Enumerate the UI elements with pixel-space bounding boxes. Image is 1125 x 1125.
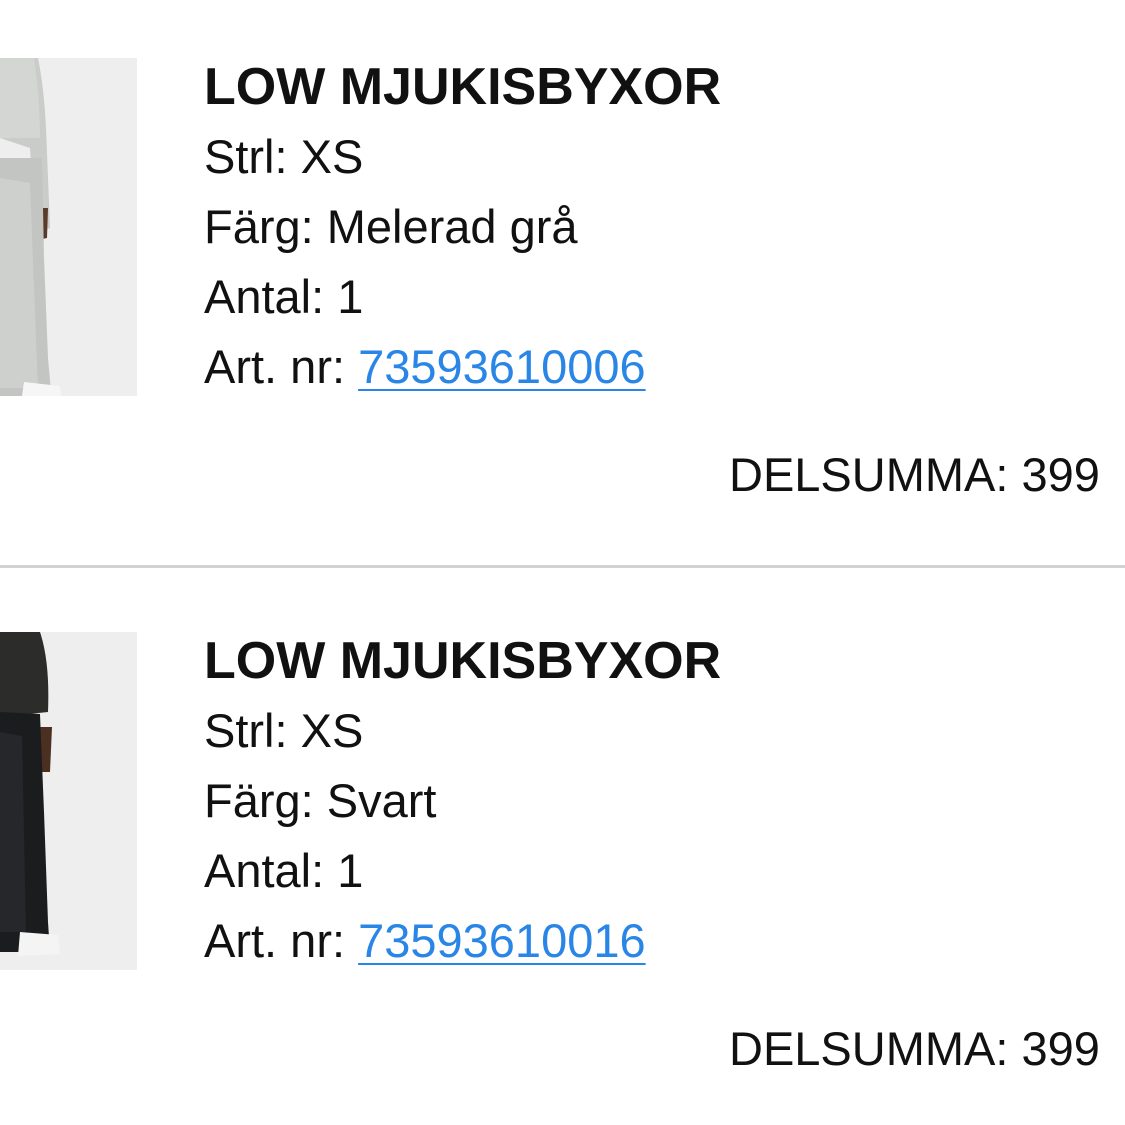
size-value: XS — [300, 130, 364, 183]
article-number-row: Art. nr: 73593610006 — [204, 332, 1084, 402]
color-label: Färg: — [204, 200, 314, 253]
subtotal-label: DELSUMMA: — [729, 1022, 1009, 1075]
size-row: Strl: XS — [204, 122, 1084, 192]
article-number-label: Art. nr: — [204, 340, 346, 393]
quantity-row: Antal: 1 — [204, 262, 1084, 332]
size-label: Strl: — [204, 130, 288, 183]
article-number-row: Art. nr: 73593610016 — [204, 906, 1084, 976]
order-item: LOW MJUKISBYXOR Strl: XS Färg: Melerad g… — [0, 0, 1125, 501]
subtotal-value: 399 — [1021, 448, 1100, 501]
quantity-value: 1 — [337, 270, 364, 323]
subtotal: DELSUMMA: 399 — [729, 440, 1100, 510]
color-value: Melerad grå — [326, 200, 578, 253]
product-image[interactable] — [0, 58, 137, 396]
color-label: Färg: — [204, 774, 314, 827]
subtotal-value: 399 — [1021, 1022, 1100, 1075]
quantity-row: Antal: 1 — [204, 836, 1084, 906]
subtotal-label: DELSUMMA: — [729, 448, 1009, 501]
color-row: Färg: Svart — [204, 766, 1084, 836]
order-item: LOW MJUKISBYXOR Strl: XS Färg: Svart Ant… — [0, 574, 1125, 1075]
product-image[interactable] — [0, 632, 137, 970]
size-label: Strl: — [204, 704, 288, 757]
quantity-label: Antal: — [204, 270, 325, 323]
color-row: Färg: Melerad grå — [204, 192, 1084, 262]
product-info: LOW MJUKISBYXOR Strl: XS Färg: Melerad g… — [204, 52, 1084, 402]
divider — [0, 565, 1125, 568]
size-row: Strl: XS — [204, 696, 1084, 766]
article-number-label: Art. nr: — [204, 914, 346, 967]
article-number-link[interactable]: 73593610016 — [358, 914, 646, 967]
size-value: XS — [300, 704, 364, 757]
product-title[interactable]: LOW MJUKISBYXOR — [204, 52, 1084, 122]
color-value: Svart — [326, 774, 437, 827]
quantity-label: Antal: — [204, 844, 325, 897]
product-title[interactable]: LOW MJUKISBYXOR — [204, 626, 1084, 696]
subtotal: DELSUMMA: 399 — [729, 1014, 1100, 1084]
quantity-value: 1 — [337, 844, 364, 897]
product-info: LOW MJUKISBYXOR Strl: XS Färg: Svart Ant… — [204, 626, 1084, 976]
article-number-link[interactable]: 73593610006 — [358, 340, 646, 393]
